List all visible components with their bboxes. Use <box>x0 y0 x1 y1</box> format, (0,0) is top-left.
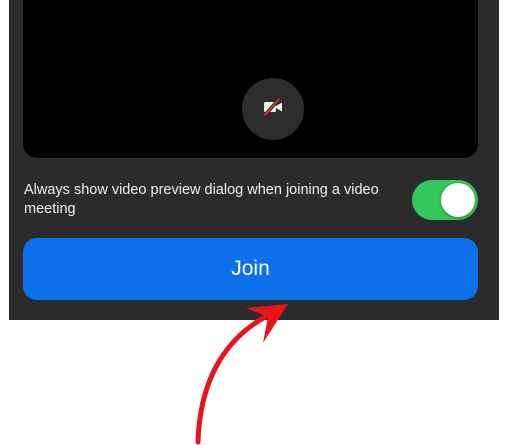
join-preview-screen: Always show video preview dialog when jo… <box>0 0 508 445</box>
toggle-knob <box>441 183 475 217</box>
video-preview-toggle[interactable] <box>412 180 478 220</box>
video-off-icon <box>261 95 285 124</box>
video-off-button[interactable] <box>242 78 304 140</box>
video-preview-option: Always show video preview dialog when jo… <box>23 174 478 224</box>
video-preview <box>23 0 478 158</box>
annotation-arrow-shaft <box>195 309 278 445</box>
video-preview-option-label: Always show video preview dialog when jo… <box>24 182 379 217</box>
join-button[interactable]: Join <box>23 238 478 300</box>
